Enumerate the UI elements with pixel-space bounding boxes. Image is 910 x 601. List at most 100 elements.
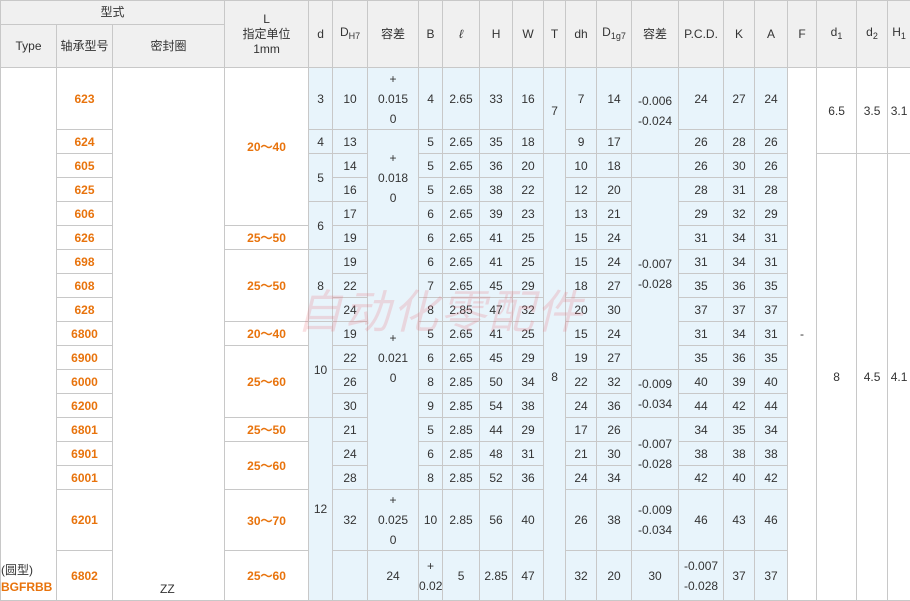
header-l-title: L xyxy=(225,12,308,27)
dh-cell: 20 xyxy=(597,551,632,601)
dh7-cell: 19 xyxy=(333,250,368,274)
header-h: H xyxy=(480,1,513,68)
w-cell: 25 xyxy=(513,250,544,274)
tol-lower: -0.028 xyxy=(632,274,678,294)
header-d1-sub: 1 xyxy=(837,31,842,41)
dh-cell: 22 xyxy=(566,370,597,394)
pcd-cell: 26 xyxy=(679,130,724,154)
tol-d-cell: + 0.021 xyxy=(419,551,443,601)
header-dh7-sub: H7 xyxy=(349,31,361,41)
b-cell: 9 xyxy=(419,394,443,418)
d1g7-cell: 38 xyxy=(597,490,632,551)
bearing-no[interactable]: 628 xyxy=(57,298,113,322)
bearing-no[interactable]: 6200 xyxy=(57,394,113,418)
dh-cell: 20 xyxy=(566,298,597,322)
h-cell: 52 xyxy=(480,466,513,490)
ell-cell: 2.85 xyxy=(443,442,480,466)
header-h1-main: H xyxy=(892,25,901,39)
w-cell: 23 xyxy=(513,202,544,226)
k-cell: 34 xyxy=(724,250,755,274)
bearing-no[interactable]: 698 xyxy=(57,250,113,274)
b-cell: 6 xyxy=(419,226,443,250)
ell-cell: 2.65 xyxy=(443,250,480,274)
tol-upper: 0.021 xyxy=(419,576,442,596)
bearing-no[interactable]: 608 xyxy=(57,274,113,298)
a-cell: 31 xyxy=(755,226,788,250)
b-cell: 10 xyxy=(419,490,443,551)
k-cell: 43 xyxy=(724,490,755,551)
bearing-no[interactable]: 6802 xyxy=(57,551,113,601)
seal-value: ZZ xyxy=(160,582,175,596)
pcd-cell: 40 xyxy=(679,370,724,394)
bearing-no[interactable]: 625 xyxy=(57,178,113,202)
d1g7-cell: 27 xyxy=(597,274,632,298)
d1-cell: 8 xyxy=(817,154,857,601)
d1g7-cell: 26 xyxy=(597,418,632,442)
bearing-no[interactable]: 6000 xyxy=(57,370,113,394)
pcd-cell: 28 xyxy=(679,178,724,202)
pcd-cell: 42 xyxy=(679,466,724,490)
dh-cell: 7 xyxy=(566,68,597,130)
b-cell: 7 xyxy=(419,274,443,298)
bearing-no[interactable]: 626 xyxy=(57,226,113,250)
dh-cell: 24 xyxy=(566,394,597,418)
tol-upper: -0.006 xyxy=(632,91,678,111)
dh7-cell: 24 xyxy=(333,442,368,466)
dh7-cell: 28 xyxy=(333,466,368,490)
w-cell: 34 xyxy=(513,370,544,394)
h-cell: 41 xyxy=(480,322,513,346)
h1-cell: 3.1 xyxy=(888,68,910,154)
header-d1g7-sub: 1g7 xyxy=(611,31,626,41)
bearing-no[interactable]: 6901 xyxy=(57,442,113,466)
bearing-no[interactable]: 623 xyxy=(57,68,113,130)
dh-cell: 13 xyxy=(566,202,597,226)
d1g7-cell: 30 xyxy=(597,298,632,322)
bearing-no[interactable]: 6800 xyxy=(57,322,113,346)
header-d1: d1 xyxy=(817,1,857,68)
ell-cell: 2.85 xyxy=(443,466,480,490)
bearing-no[interactable]: 6900 xyxy=(57,346,113,370)
tol-d-cell: + 0.015 0 xyxy=(368,68,419,130)
d1g7-cell: 36 xyxy=(597,394,632,418)
b-cell: 8 xyxy=(419,466,443,490)
h-cell: 44 xyxy=(480,418,513,442)
tol-d1-cell: -0.009 -0.034 xyxy=(632,490,679,551)
pcd-cell: 37 xyxy=(679,298,724,322)
tol-d-cell: + 0.018 0 xyxy=(368,130,419,226)
tol-upper: -0.009 xyxy=(632,500,678,520)
b-cell: 5 xyxy=(419,130,443,154)
l-range: 30～70 xyxy=(225,490,309,551)
tol-d1-cell: -0.006 -0.024 xyxy=(632,68,679,154)
pcd-cell: 24 xyxy=(679,68,724,130)
w-cell: 32 xyxy=(566,551,597,601)
a-cell: 26 xyxy=(755,154,788,178)
table-row: (圆型) BGFRBB 623 20～40 3 10 + 0.015 0 4 2… xyxy=(1,68,910,130)
bearing-no[interactable]: 6201 xyxy=(57,490,113,551)
dh-cell: 17 xyxy=(566,418,597,442)
bearing-no[interactable]: 624 xyxy=(57,130,113,154)
d1g7-cell: 30 xyxy=(632,551,679,601)
bearing-no[interactable]: 606 xyxy=(57,202,113,226)
tol-lower: -0.028 xyxy=(632,454,678,474)
l-range: 25～60 xyxy=(225,551,309,601)
header-l-sub2: 1mm xyxy=(225,42,308,57)
tol-d1-cell: -0.007 -0.028 xyxy=(679,551,724,601)
b-cell: 6 xyxy=(419,250,443,274)
k-cell: 27 xyxy=(724,68,755,130)
bearing-no[interactable]: 605 xyxy=(57,154,113,178)
dh7-cell: 22 xyxy=(333,346,368,370)
a-cell: 28 xyxy=(755,178,788,202)
pcd-cell: 34 xyxy=(679,418,724,442)
type-cell: (圆型) BGFRBB xyxy=(1,68,57,601)
h1-cell: 4.1 xyxy=(888,154,910,601)
d1g7-cell: 32 xyxy=(597,370,632,394)
k-cell: 34 xyxy=(724,322,755,346)
tol-upper: 0.018 xyxy=(368,168,418,188)
bearing-no[interactable]: 6801 xyxy=(57,418,113,442)
tol-upper: -0.007 xyxy=(679,556,723,576)
d-cell: 12 xyxy=(309,418,333,601)
a-cell: 37 xyxy=(755,298,788,322)
b-cell: 6 xyxy=(419,442,443,466)
bearing-no[interactable]: 6001 xyxy=(57,466,113,490)
k-cell: 37 xyxy=(755,551,788,601)
